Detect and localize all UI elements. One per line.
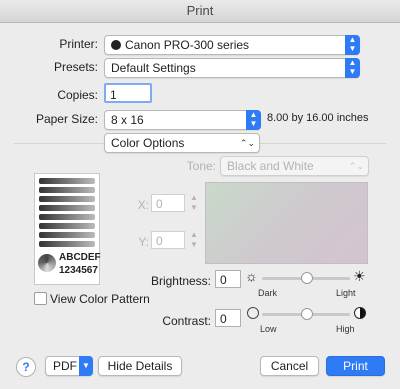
help-button[interactable]: ? [16,357,36,377]
contrast-max-label: High [336,324,355,334]
chevron-updown-icon: ▲ ▼ [246,110,261,130]
copies-label: Copies: [57,88,98,102]
color-adjust-area[interactable] [205,182,368,264]
x-field[interactable]: 0 [151,194,185,212]
pdf-menu-button[interactable]: PDF ▼ [45,356,93,376]
section-select[interactable]: Color Options ⌃⌄ [104,133,260,153]
chevron-updown-icon: ▲ ▼ [345,58,360,78]
copies-field[interactable]: 1 [104,83,152,103]
chevron-down-icon: ▼ [79,356,93,376]
printer-label: Printer: [59,37,98,51]
presets-select[interactable]: Default Settings ▲ ▼ [104,58,360,78]
contrast-min-label: Low [260,324,277,334]
contrast-low-icon [247,307,259,319]
contrast-knob[interactable] [301,308,313,320]
window-title: Print [0,0,400,23]
pencils-image [39,178,95,247]
view-color-pattern-checkbox[interactable] [34,292,47,305]
contrast-label: Contrast: [162,314,211,328]
contrast-high-icon [354,307,366,319]
y-stepper[interactable]: ▲ ▼ [189,230,199,250]
contrast-field[interactable]: 0 [215,309,241,327]
color-wheel-icon [38,254,56,272]
x-label: X: [137,198,149,212]
brightness-max-label: Light [336,288,356,298]
tone-label: Tone: [186,159,216,173]
pdf-label: PDF [53,359,77,373]
preview-text-1: ABCDEF [59,252,101,263]
view-color-pattern-label: View Color Pattern [50,292,150,306]
paper-size-label: Paper Size: [35,112,98,126]
brightness-label: Brightness: [150,274,211,288]
presets-value: Default Settings [111,61,196,75]
chevron-updown-icon: ⌃⌄ [348,161,364,171]
y-label: Y: [138,235,149,249]
section-value: Color Options [111,136,185,150]
y-field[interactable]: 0 [151,231,185,249]
tone-value: Black and White [227,159,314,173]
print-preview: ABCDEF 1234567 [34,173,101,285]
sun-bright-icon: ☀ [353,268,366,284]
printer-value: Canon PRO-300 series [125,38,250,52]
brightness-min-label: Dark [258,288,278,298]
hide-details-button[interactable]: Hide Details [98,356,182,376]
paper-size-value: 8 x 16 [111,113,144,127]
chevron-updown-icon: ▲ ▼ [345,35,360,55]
cancel-button[interactable]: Cancel [260,356,319,376]
preview-text-2: 1234567 [59,265,98,276]
x-stepper[interactable]: ▲ ▼ [189,193,199,213]
printer-icon [111,40,121,50]
paper-dimensions: 8.00 by 16.00 inches [267,112,369,124]
brightness-knob[interactable] [301,272,313,284]
brightness-field[interactable]: 0 [215,270,241,288]
sun-dim-icon: ☼ [245,268,258,284]
paper-size-select[interactable]: 8 x 16 ▲ ▼ [104,110,261,130]
print-button[interactable]: Print [326,356,385,376]
presets-label: Presets: [53,60,98,74]
printer-select[interactable]: Canon PRO-300 series ▲ ▼ [104,35,360,55]
chevron-updown-icon: ⌃⌄ [239,138,255,148]
tone-select[interactable]: Black and White ⌃⌄ [220,156,369,176]
